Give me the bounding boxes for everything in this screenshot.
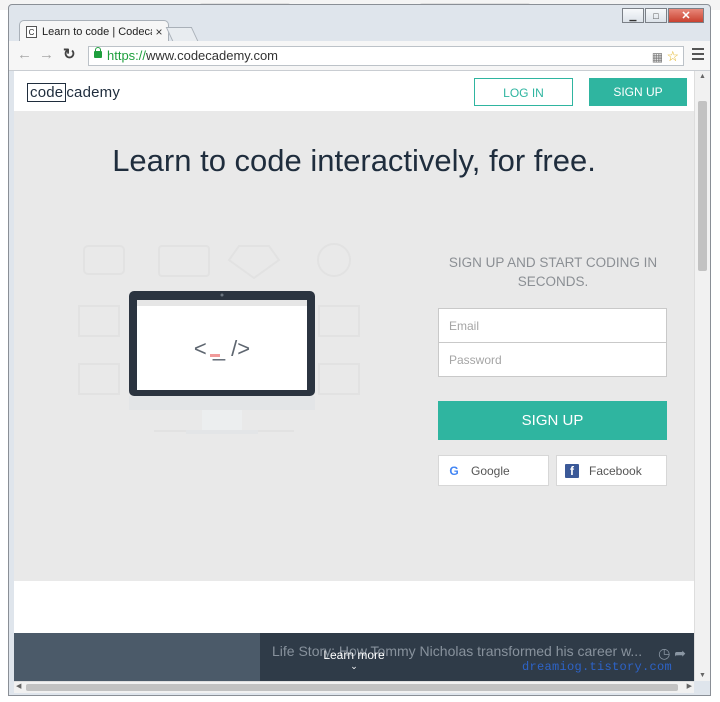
favicon-icon: C: [26, 25, 37, 38]
facebook-signup-button[interactable]: f Facebook: [556, 455, 667, 486]
signup-panel-title: SIGN UP AND START CODING IN SECONDS.: [448, 255, 658, 289]
close-window-button[interactable]: ✕: [668, 8, 704, 23]
code-glyph: < _ />: [194, 336, 250, 361]
lock-icon: [94, 47, 102, 58]
email-field[interactable]: [438, 308, 667, 343]
clock-icon: ◷: [658, 645, 671, 661]
header-signup-button[interactable]: SIGN UP: [589, 78, 687, 106]
google-signup-button[interactable]: G Google: [438, 455, 549, 486]
url-text: https://www.codecademy.com: [107, 48, 279, 63]
scroll-up-icon[interactable]: ▲: [699, 73, 706, 80]
monitor-stand: [202, 410, 242, 430]
horizontal-scroll-thumb[interactable]: [26, 684, 678, 691]
arrow-left-icon[interactable]: ←: [17, 47, 32, 63]
google-label: Google: [471, 463, 510, 478]
hero-section: Learn to code interactively, for free. <…: [14, 111, 694, 581]
window-controls: ▁ □ ✕: [622, 8, 704, 23]
page-headline: Learn to code interactively, for free.: [112, 143, 596, 178]
watermark-text: dreamiog.tistory.com: [522, 660, 673, 674]
scroll-left-icon[interactable]: ◀: [16, 682, 21, 690]
hamburger-menu-icon[interactable]: [692, 48, 704, 60]
horizontal-scrollbar[interactable]: ◀ ▶: [14, 681, 694, 693]
scroll-down-icon[interactable]: ▼: [699, 672, 706, 679]
tab-title: Learn to code | Codecade: [42, 25, 152, 38]
share-icon[interactable]: ➦: [674, 645, 686, 661]
learn-more-label: Learn more: [323, 648, 385, 662]
address-bar[interactable]: https://www.codecademy.com ▦ ☆: [88, 46, 684, 66]
codecademy-logo[interactable]: code cademy: [27, 83, 120, 102]
monitor-chin: [129, 396, 315, 410]
login-button[interactable]: LOG IN: [474, 78, 573, 106]
page-viewport: code cademy LOG IN SIGN UP Learn to code …: [14, 71, 694, 681]
arrow-right-icon[interactable]: →: [39, 47, 54, 63]
computer-illustration: < _ />: [78, 243, 360, 434]
browser-toolbar: ← → ↻ https://www.codecademy.com ▦ ☆: [9, 41, 710, 71]
browser-tab[interactable]: C Learn to code | Codecade ×: [19, 20, 169, 42]
vertical-scroll-thumb[interactable]: [698, 101, 707, 271]
translate-icon[interactable]: ▦: [652, 50, 663, 64]
minimize-button[interactable]: ▁: [622, 8, 644, 23]
reload-icon[interactable]: ↻: [63, 47, 76, 63]
password-field[interactable]: [438, 342, 667, 377]
star-icon[interactable]: ☆: [666, 48, 679, 64]
facebook-label: Facebook: [589, 463, 642, 478]
signup-submit-button[interactable]: SIGN UP: [438, 401, 667, 440]
new-tab-button[interactable]: [165, 27, 199, 41]
vertical-scrollbar[interactable]: ▲ ▼: [694, 71, 710, 681]
facebook-icon: f: [565, 463, 579, 478]
maximize-button[interactable]: □: [645, 8, 667, 23]
learn-more-link[interactable]: Learn more ⌄: [314, 648, 394, 671]
google-icon: G: [449, 463, 459, 478]
scroll-right-icon[interactable]: ▶: [687, 682, 692, 690]
browser-window: ▁ □ ✕ C Learn to code | Codecade × ← → ↻…: [8, 4, 711, 696]
site-header: code cademy LOG IN SIGN UP: [14, 71, 694, 111]
tab-close-icon[interactable]: ×: [152, 25, 166, 39]
chevron-down-icon: ⌄: [350, 661, 358, 671]
